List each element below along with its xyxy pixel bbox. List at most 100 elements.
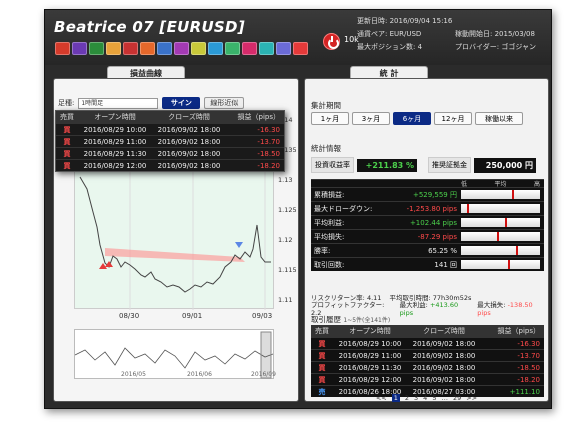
col-dir: 売買: [60, 113, 74, 121]
col-open: オープン時間: [94, 113, 136, 121]
period-6m-button[interactable]: 6ヶ月: [393, 112, 431, 125]
open-time: 2016/08/29 12:00: [83, 161, 147, 170]
overview-chart[interactable]: 2016/05 2016/06 2016/09: [74, 329, 276, 379]
provider-label: プロバイダー:: [455, 42, 500, 51]
open-time: 2016/08/29 10:00: [83, 125, 147, 134]
x-tick: 08/30: [119, 312, 140, 320]
stat-row: 累積損益: +529,559 円: [311, 187, 544, 201]
stat-row: 勝率: 65.25 %: [311, 243, 544, 257]
table-row[interactable]: 買 2016/08/29 12:00 2016/09/02 18:00 -18.20: [56, 159, 284, 171]
stats-panel: 集計期間 1ヶ月 3ヶ月 6ヶ月 12ヶ月 稼働以来 統計情報 投資収益率 +2…: [304, 78, 549, 402]
trade-direction: 買: [318, 339, 326, 348]
pf-label: プロフィットファクター:: [311, 300, 385, 309]
power-icon[interactable]: [323, 33, 340, 50]
pager-item[interactable]: 4: [423, 394, 427, 402]
pager-item[interactable]: >>: [466, 394, 477, 402]
margin-value: 250,000 円: [474, 157, 536, 173]
linear-approx-button[interactable]: 線形近似: [204, 97, 245, 109]
stat-value: -87.29 pips: [417, 232, 457, 241]
open-time: 2016/08/29 10:00: [338, 339, 402, 348]
table-row[interactable]: 買 2016/08/29 11:30 2016/09/02 18:00 -18.50: [311, 361, 544, 373]
start-value: 2015/03/08: [494, 29, 535, 38]
app-window: Beatrice 07 [EURUSD] 10k 更新日時: 2016/09/0…: [44, 9, 552, 409]
popup-header: 売買 オープン時間 クローズ時間 損益（pips）: [56, 111, 284, 123]
updated-value: 2016/09/04 15:16: [389, 16, 453, 25]
pl-value: -18.50: [257, 149, 280, 158]
kpi-row: 投資収益率 +211.83 % 推奨証拠金 250,000 円: [311, 157, 536, 173]
achievement-badge-icon: [259, 42, 274, 55]
mini-tick: 2016/06: [187, 371, 212, 378]
table-row[interactable]: 買 2016/08/29 10:00 2016/09/02 18:00 -16.30: [56, 123, 284, 135]
timeframe-label: 足種:: [58, 99, 75, 107]
stat-row: 平均損失: -87.29 pips: [311, 229, 544, 243]
pl-value: -18.20: [517, 375, 540, 384]
close-time: 2016/09/02 18:00: [412, 351, 476, 360]
stat-gauge: [461, 190, 540, 199]
pager-item[interactable]: …: [441, 394, 448, 402]
pair-value: EUR/USD: [389, 29, 422, 38]
table-row[interactable]: 買 2016/08/29 10:00 2016/09/02 18:00 -16.30: [311, 337, 544, 349]
gauge-marker: [467, 204, 470, 213]
stat-row: 最大ドローダウン: -1,253.80 pips: [311, 201, 544, 215]
x-tick: 09/01: [182, 312, 203, 320]
badge-row: [55, 42, 308, 55]
table-row[interactable]: 買 2016/08/29 11:00 2016/09/02 18:00 -13.70: [311, 349, 544, 361]
trade-direction: 買: [63, 149, 71, 158]
max-profit-label: 最大利益:: [399, 300, 428, 309]
overview-line: [74, 347, 274, 369]
achievement-badge-icon: [293, 42, 308, 55]
table-row[interactable]: 買 2016/08/29 11:30 2016/09/02 18:00 -18.50: [56, 147, 284, 159]
achievement-badge-icon: [174, 42, 189, 55]
col-pl: 損益（pips）: [497, 327, 540, 335]
pager-item[interactable]: 1: [391, 394, 400, 402]
bar-head-low: 低: [461, 181, 468, 188]
stat-gauge: [461, 232, 540, 241]
achievement-badge-icon: [191, 42, 206, 55]
achievement-badge-icon: [123, 42, 138, 55]
achievement-badge-icon: [89, 42, 104, 55]
stat-label: 取引回数:: [314, 260, 345, 269]
close-time: 2016/09/02 18:00: [412, 363, 476, 372]
history-table: 売買 オープン時間 クローズ時間 損益（pips） 買 2016/08/29 10…: [311, 325, 544, 397]
close-time: 2016/09/02 18:00: [157, 149, 221, 158]
misc-stats: リスクリターン率: 4.11 平均取引時間: 77h30m52s プロフィットフ…: [311, 291, 544, 317]
pager-item[interactable]: 5: [432, 394, 436, 402]
table-row[interactable]: 買 2016/08/29 11:00 2016/09/02 18:00 -13.70: [56, 135, 284, 147]
pager-item[interactable]: 3: [414, 394, 418, 402]
mini-tick: 2016/05: [121, 371, 146, 378]
pager: << 1 2 3 4 5 … 29 >>: [305, 394, 548, 402]
period-all-button[interactable]: 稼働以来: [475, 112, 523, 125]
period-3m-button[interactable]: 3ヶ月: [352, 112, 390, 125]
period-12m-button[interactable]: 12ヶ月: [434, 112, 472, 125]
timeframe-select[interactable]: 1時間足: [78, 97, 159, 109]
gauge-marker: [516, 246, 519, 255]
position-band: [105, 248, 245, 262]
pl-value: -16.30: [257, 125, 280, 134]
roi-label: 投資収益率: [311, 157, 354, 173]
max-loss-label: 最大損失:: [477, 300, 506, 309]
trade-direction: 買: [318, 375, 326, 384]
achievement-badge-icon: [242, 42, 257, 55]
pager-item[interactable]: 2: [405, 394, 409, 402]
table-row[interactable]: 買 2016/08/29 12:00 2016/09/02 18:00 -18.20: [311, 373, 544, 385]
pager-item[interactable]: 29: [453, 394, 461, 402]
sign-button[interactable]: サイン: [162, 97, 201, 109]
stat-gauge: [461, 218, 540, 227]
stat-value: -1,253.80 pips: [406, 204, 457, 213]
stats-table: 低 平均 高 累積損益: +529,559 円最大ドローダウン: -1,253.80…: [311, 179, 544, 271]
pl-value: -18.50: [517, 363, 540, 372]
maxpos-label: 最大ポジション数:: [357, 42, 416, 51]
period-1m-button[interactable]: 1ヶ月: [311, 112, 349, 125]
price-line: [79, 176, 271, 293]
stat-label: 平均損失:: [314, 232, 345, 241]
close-time: 2016/09/02 18:00: [412, 375, 476, 384]
x-tick: 09/03: [252, 312, 273, 320]
stats-label: 統計情報: [311, 144, 341, 153]
stat-label: 平均利益:: [314, 218, 345, 227]
open-time: 2016/08/29 11:30: [83, 149, 147, 158]
pager-item[interactable]: <<: [376, 394, 387, 402]
overview-chart-svg: [74, 331, 274, 379]
bar-head-mid: 平均: [494, 181, 507, 188]
history-header: 売買 オープン時間 クローズ時間 損益（pips）: [311, 325, 544, 337]
chart-toolbar: 足種: 1時間足 サイン 線形近似: [58, 97, 245, 109]
